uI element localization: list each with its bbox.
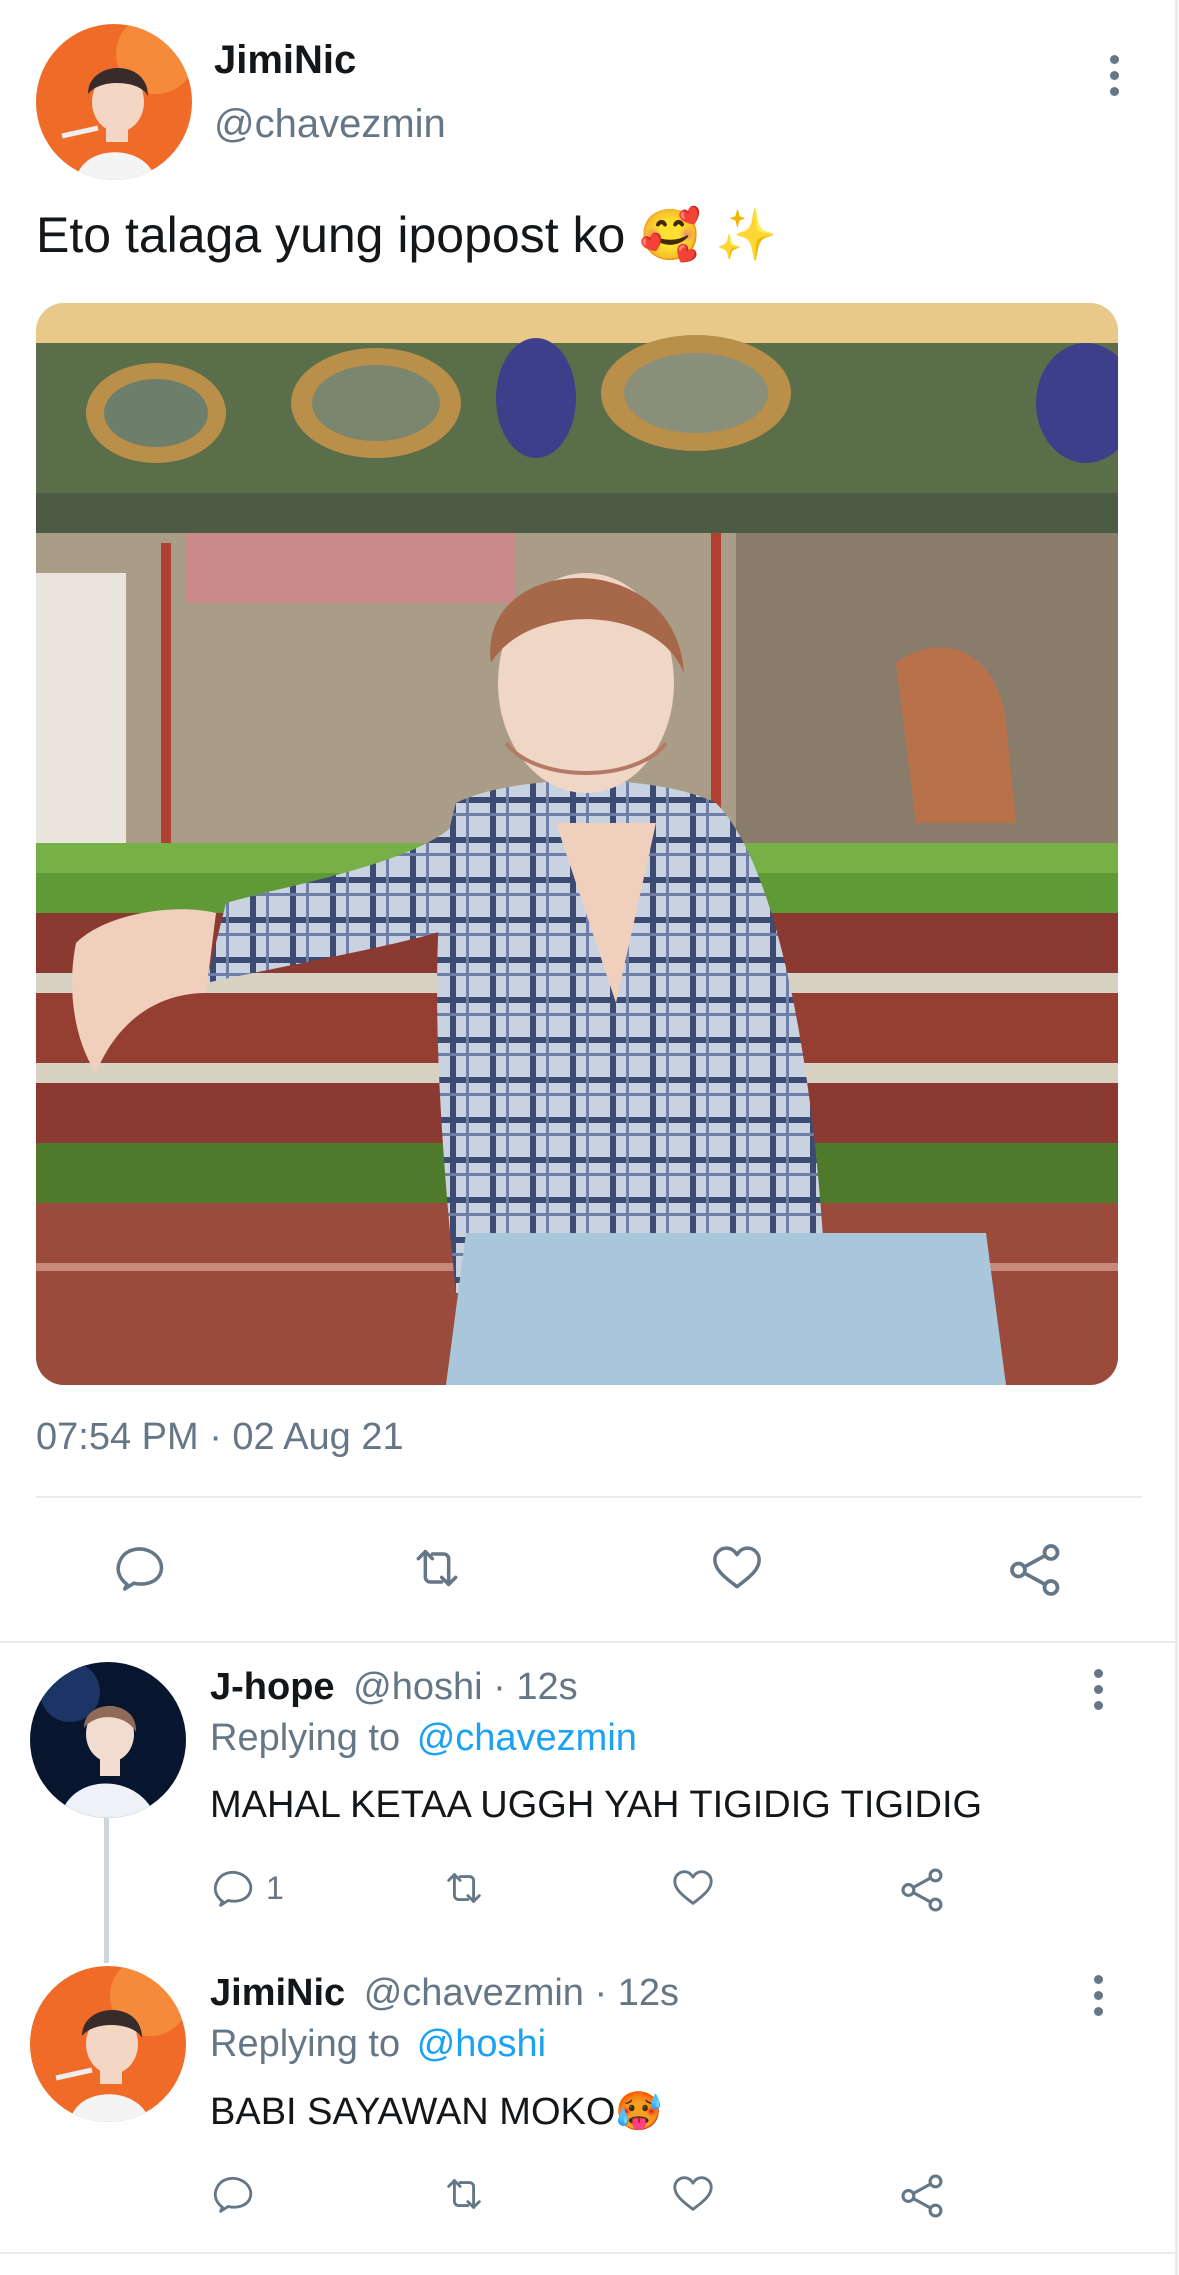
reply-avatar[interactable] — [30, 1966, 186, 2122]
more-vertical-icon — [1093, 1668, 1103, 1678]
share-button[interactable] — [1006, 1540, 1066, 1600]
replying-to-link[interactable]: @hoshi — [417, 2023, 546, 2065]
tweet-text: Eto talaga yung ipopost ko 🥰 ✨ — [36, 207, 778, 263]
right-border — [1175, 0, 1178, 2275]
reply-retweet-button[interactable] — [436, 2171, 492, 2217]
thread-divider — [0, 1641, 1175, 1643]
reply-reply-button[interactable] — [210, 2171, 266, 2217]
tweet-timestamp: 07:54 PM · 02 Aug 21 — [36, 1416, 404, 1458]
author-name[interactable]: JimiNic — [214, 38, 356, 83]
replying-to: Replying to @chavezmin — [210, 1717, 637, 1760]
reply-like-button[interactable] — [668, 1865, 718, 1911]
reply-more-options-button[interactable] — [1078, 1659, 1118, 1719]
thread-line — [104, 1818, 109, 1963]
reply-text: MAHAL KETAA UGGH YAH TIGIDIG TIGIDIG — [210, 1784, 983, 1826]
more-vertical-icon — [1109, 54, 1119, 64]
reply-count: 1 — [266, 1869, 284, 1906]
reply-header: JimiNic @chavezmin · 12s — [210, 1972, 679, 2015]
reply-handle-time[interactable]: @chavezmin · 12s — [364, 1972, 679, 2014]
reply-author-name[interactable]: JimiNic — [210, 1972, 345, 2014]
reply-icon — [213, 2176, 253, 2213]
replying-to-label: Replying to — [210, 1717, 401, 1759]
author-handle[interactable]: @chavezmin — [214, 102, 446, 147]
share-icon — [1010, 1544, 1060, 1596]
retweet-button[interactable] — [404, 1540, 470, 1596]
like-button[interactable] — [707, 1540, 767, 1596]
reply-share-button[interactable] — [898, 1865, 948, 1915]
like-icon — [713, 1546, 761, 1589]
like-icon — [673, 1870, 713, 1905]
reply-icon — [213, 1870, 253, 1907]
reply-reply-button[interactable]: 1 — [210, 1865, 284, 1911]
reply-button[interactable] — [112, 1540, 170, 1596]
more-options-button[interactable] — [1094, 45, 1134, 105]
reply-handle-time[interactable]: @hoshi · 12s — [353, 1666, 577, 1708]
retweet-icon — [447, 2179, 481, 2209]
reply-header: J-hope @hoshi · 12s — [210, 1666, 578, 1709]
tweet-photo[interactable] — [36, 303, 1118, 1385]
more-vertical-icon — [1093, 1974, 1103, 1984]
replying-to-label: Replying to — [210, 2023, 401, 2065]
reply-share-button[interactable] — [898, 2171, 948, 2221]
reply-text: BABI SAYAWAN MOKO🥵 — [210, 2091, 663, 2133]
reply-like-button[interactable] — [668, 2171, 718, 2217]
photo-illustration — [36, 303, 1118, 1385]
share-icon — [901, 2174, 943, 2218]
retweet-icon — [447, 1873, 481, 1903]
retweet-icon — [416, 1549, 458, 1587]
stats-divider — [36, 1496, 1142, 1498]
bottom-divider — [0, 2252, 1175, 2254]
reply-author-name[interactable]: J-hope — [210, 1666, 335, 1708]
share-icon — [901, 1868, 943, 1912]
author-avatar[interactable] — [36, 24, 192, 180]
replying-to: Replying to @hoshi — [210, 2023, 546, 2066]
reply-more-options-button[interactable] — [1078, 1965, 1118, 2025]
reply-retweet-button[interactable] — [436, 1865, 492, 1911]
reply-icon — [116, 1547, 164, 1591]
replying-to-link[interactable]: @chavezmin — [417, 1717, 637, 1759]
like-icon — [673, 2176, 713, 2211]
reply-avatar[interactable] — [30, 1662, 186, 1818]
